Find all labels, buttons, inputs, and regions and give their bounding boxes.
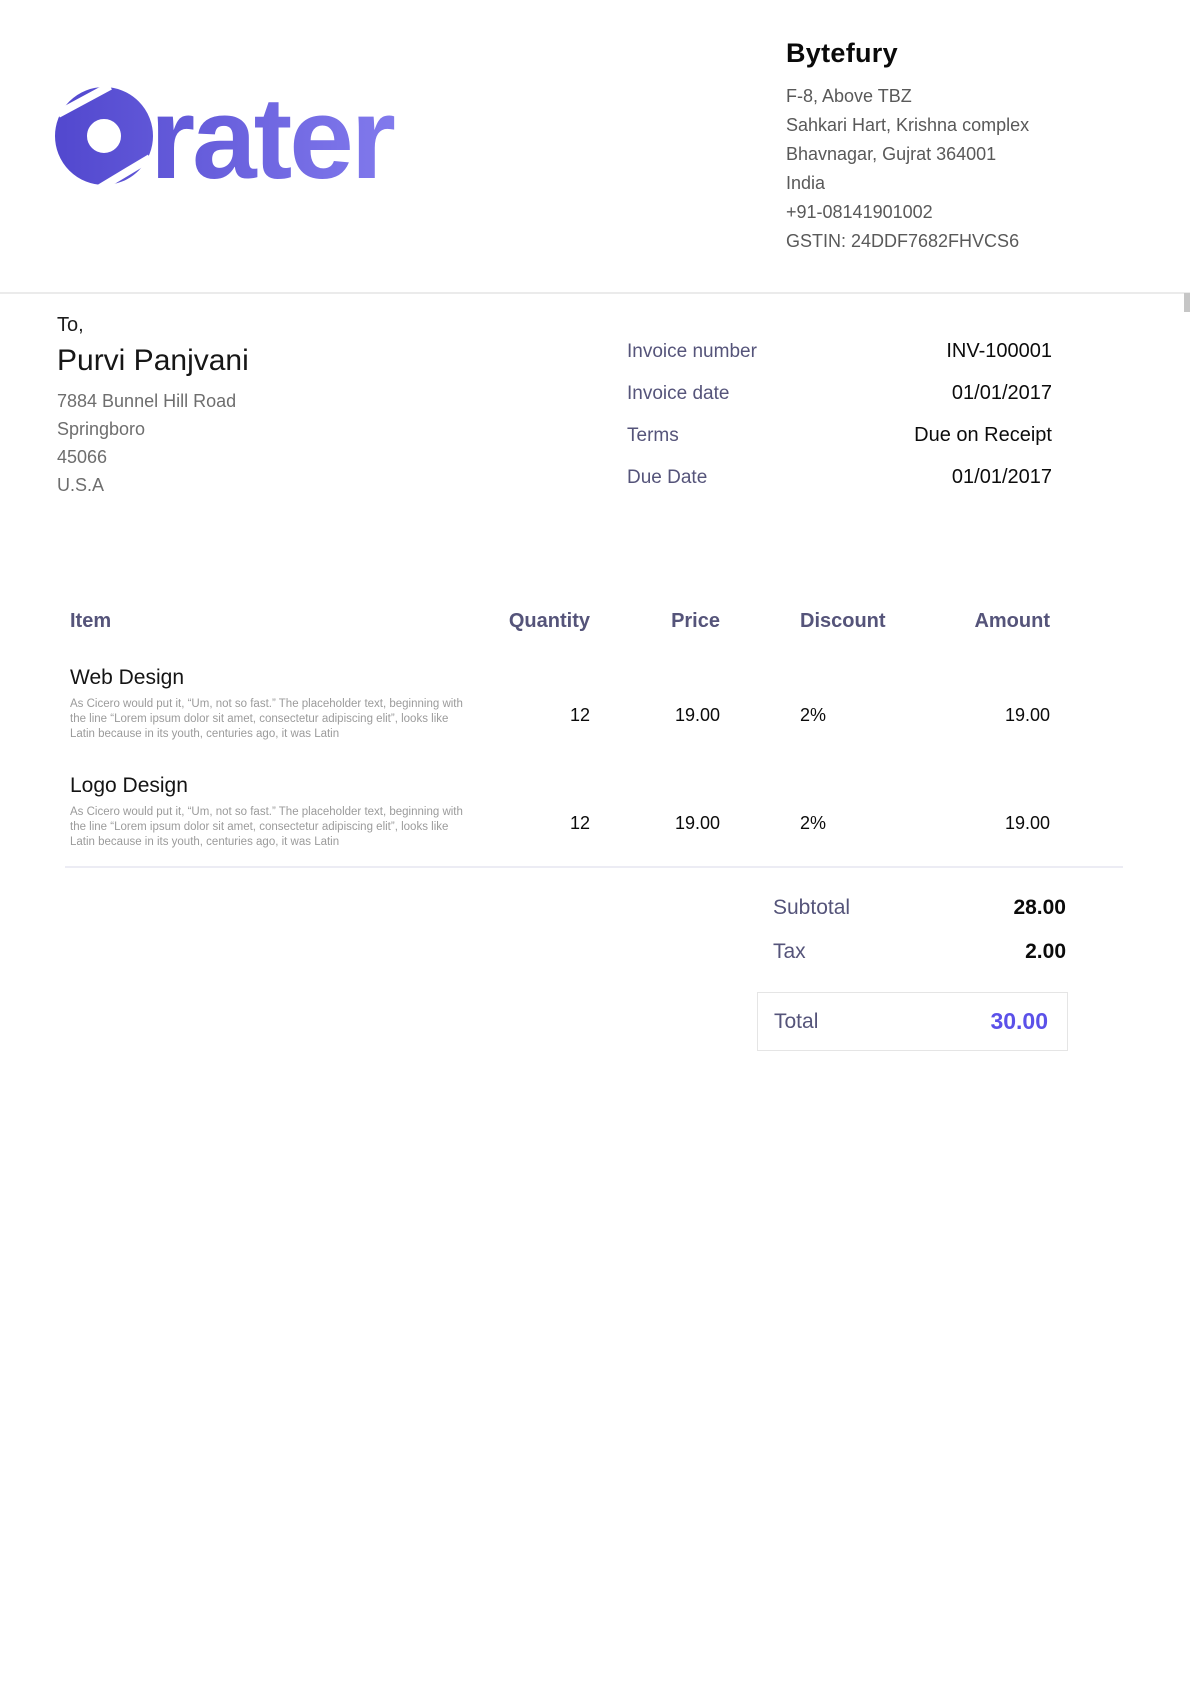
invoice-number-label: Invoice number — [627, 338, 757, 365]
header-amount: Amount — [900, 610, 1050, 633]
company-name: Bytefury — [786, 38, 1166, 69]
due-date-label: Due Date — [627, 464, 707, 491]
company-phone: +91-08141901002 — [786, 198, 1166, 227]
terms-value: Due on Receipt — [914, 422, 1052, 449]
crater-logo-graphic: rater — [44, 66, 484, 190]
customer-address-line: Springboro — [57, 415, 477, 443]
terms-label: Terms — [627, 422, 679, 449]
company-gstin: GSTIN: 24DDF7682FHVCS6 — [786, 227, 1166, 256]
item-discount: 2% — [720, 666, 900, 726]
due-date-value: 01/01/2017 — [952, 464, 1052, 491]
total-value: 30.00 — [990, 1008, 1048, 1035]
items-table: Item Quantity Price Discount Amount Web … — [70, 610, 1050, 850]
item-price: 19.00 — [590, 666, 720, 726]
invoice-date-value: 01/01/2017 — [952, 380, 1052, 407]
invoice-date-row: Invoice date 01/01/2017 — [627, 380, 1052, 407]
subtotal-row: Subtotal 28.00 — [757, 896, 1068, 920]
tax-row: Tax 2.00 — [757, 940, 1068, 964]
header-quantity: Quantity — [475, 610, 590, 633]
item-description: As Cicero would put it, “Um, not so fast… — [70, 805, 475, 850]
item-cell: Logo Design As Cicero would put it, “Um,… — [70, 774, 475, 850]
bill-to-block: To, Purvi Panjvani 7884 Bunnel Hill Road… — [57, 314, 477, 499]
bill-to-label: To, — [57, 314, 477, 337]
table-row: Logo Design As Cicero would put it, “Um,… — [70, 774, 1050, 850]
total-label: Total — [774, 1010, 818, 1034]
totals-block: Subtotal 28.00 Tax 2.00 Total 30.00 — [757, 884, 1068, 1051]
item-name: Logo Design — [70, 774, 475, 798]
header-price: Price — [590, 610, 720, 633]
due-date-row: Due Date 01/01/2017 — [627, 464, 1052, 491]
invoice-number-value: INV-100001 — [946, 338, 1052, 365]
invoice-header: rater Bytefury F-8, Above TBZ Sahkari Ha… — [0, 0, 1190, 294]
item-discount: 2% — [720, 774, 900, 834]
invoice-meta: Invoice number INV-100001 Invoice date 0… — [627, 338, 1052, 506]
header-discount: Discount — [720, 610, 900, 633]
terms-row: Terms Due on Receipt — [627, 422, 1052, 449]
company-block: Bytefury F-8, Above TBZ Sahkari Hart, Kr… — [786, 38, 1166, 256]
invoice-number-row: Invoice number INV-100001 — [627, 338, 1052, 365]
total-box: Total 30.00 — [757, 992, 1068, 1051]
subtotal-label: Subtotal — [773, 896, 850, 920]
company-address-line: India — [786, 169, 1166, 198]
tax-label: Tax — [773, 940, 806, 964]
customer-address: 7884 Bunnel Hill Road Springboro 45066 U… — [57, 387, 477, 499]
customer-address-line: U.S.A — [57, 471, 477, 499]
customer-name: Purvi Panjvani — [57, 344, 477, 378]
item-price: 19.00 — [590, 774, 720, 834]
item-cell: Web Design As Cicero would put it, “Um, … — [70, 666, 475, 742]
item-quantity: 12 — [475, 666, 590, 726]
header-item: Item — [70, 610, 475, 633]
scrollbar-thumb[interactable] — [1184, 293, 1190, 312]
subtotal-value: 28.00 — [1013, 896, 1066, 920]
company-address-line: F-8, Above TBZ — [786, 82, 1166, 111]
crater-logo: rater — [44, 66, 484, 190]
item-name: Web Design — [70, 666, 475, 690]
item-quantity: 12 — [475, 774, 590, 834]
company-address-line: Sahkari Hart, Krishna complex — [786, 111, 1166, 140]
customer-address-line: 45066 — [57, 443, 477, 471]
crater-logo-mark-icon — [58, 86, 150, 188]
company-address-line: Bhavnagar, Gujrat 364001 — [786, 140, 1166, 169]
item-amount: 19.00 — [900, 666, 1050, 726]
company-address: F-8, Above TBZ Sahkari Hart, Krishna com… — [786, 82, 1166, 256]
table-row: Web Design As Cicero would put it, “Um, … — [70, 666, 1050, 742]
invoice-document: rater Bytefury F-8, Above TBZ Sahkari Ha… — [0, 0, 1190, 1684]
items-table-header: Item Quantity Price Discount Amount — [70, 610, 1050, 633]
item-amount: 19.00 — [900, 774, 1050, 834]
crater-logo-text: rater — [150, 73, 395, 190]
tax-value: 2.00 — [1025, 940, 1066, 964]
totals-divider — [65, 866, 1123, 868]
invoice-date-label: Invoice date — [627, 380, 729, 407]
customer-address-line: 7884 Bunnel Hill Road — [57, 387, 477, 415]
item-description: As Cicero would put it, “Um, not so fast… — [70, 697, 475, 742]
